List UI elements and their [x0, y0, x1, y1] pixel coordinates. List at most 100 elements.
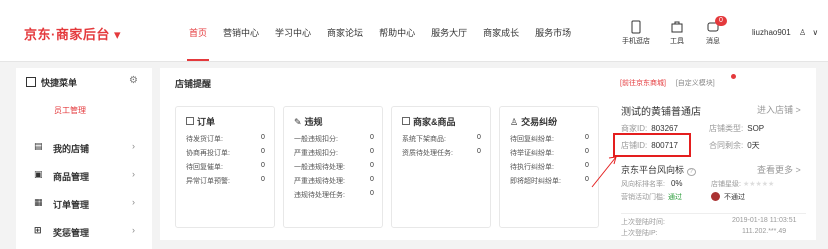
notification-dot [731, 74, 736, 79]
reward-icon: ⊞ [34, 225, 42, 235]
avatar-icon [711, 192, 720, 201]
message-badge: 0 [715, 16, 727, 26]
row-label[interactable]: 异常订单预警: [186, 176, 230, 186]
last-login-ip: 上次登陆IP: [621, 230, 658, 237]
last-login-time-value: 2019-01-18 11:03:51 [732, 217, 797, 224]
rank-rate: 风向标排名率: 0% [621, 179, 683, 188]
row-label[interactable]: 待回复催单: [186, 162, 223, 172]
nav-marketing[interactable]: 营销中心 [215, 26, 267, 62]
activity-threshold: 营销活动门槛: 通过 [621, 194, 682, 201]
nav-market[interactable]: 服务市场 [527, 26, 579, 62]
pen-icon: ✎ [294, 117, 302, 127]
user-menu[interactable]: liuzhao901 ♙ ∨ [752, 28, 818, 37]
grid-icon [26, 77, 36, 87]
row-value: 0 [585, 162, 589, 169]
row-value: 0 [261, 134, 265, 141]
row-value: 0 [261, 162, 265, 169]
nav-growth[interactable]: 商家成长 [475, 26, 527, 62]
panel-title: 店铺提醒 [175, 79, 212, 89]
row-label[interactable]: 违规待处理任务: [294, 190, 345, 200]
row-value: 0 [370, 134, 374, 141]
store-icon: ▤ [34, 141, 43, 151]
people-icon: ♙ [510, 117, 519, 127]
row-value: 0 [261, 148, 265, 155]
row-label[interactable]: 一般违规扣分: [294, 134, 338, 144]
row-label[interactable]: 待举证纠纷单: [510, 148, 554, 158]
store-level: 店铺星级: ★★★★★ [711, 181, 775, 188]
custom-module-link[interactable]: [自定义模块] [676, 80, 715, 87]
row-label[interactable]: 严重违规待处理: [294, 176, 345, 186]
store-type: 店铺类型: SOP [709, 124, 765, 133]
row-value: 0 [370, 162, 374, 169]
chevron-right-icon: › [132, 141, 135, 151]
card-title: ✎ 违规 [294, 117, 323, 127]
row-label[interactable]: 一般违规待处理: [294, 162, 345, 172]
activity-status: 不通过 [711, 192, 745, 202]
gear-icon[interactable]: ⚙ [129, 75, 138, 86]
username: liuzhao901 [752, 28, 791, 37]
highlight-box [613, 133, 691, 157]
card-title: ♙ 交易纠纷 [510, 117, 558, 127]
sidebar-item-my-store[interactable]: ▤ 我的店铺 › [16, 134, 152, 162]
quick-link-staff[interactable]: 员工管理 [54, 105, 86, 116]
sidebar-item-products[interactable]: ▣ 商品管理 › [16, 162, 152, 190]
contract-remaining: 合同剩余: 0天 [709, 141, 760, 150]
card-disputes: ♙ 交易纠纷 待回复纠纷单: 0 待举证纠纷单: 0 待执行纠纷单: 0 即将超时… [499, 106, 599, 228]
nav-home[interactable]: 首页 [181, 26, 215, 62]
nav-learning[interactable]: 学习中心 [267, 26, 319, 62]
card-violations: ✎ 违规 一般违规扣分: 0 严重违规扣分: 0 一般违规待处理: 0 严重违规待… [283, 106, 383, 228]
row-label[interactable]: 资质待处理任务: [402, 148, 453, 158]
last-login-time: 上次登陆时间: [621, 219, 665, 226]
question-icon[interactable]: ? [686, 168, 696, 176]
goto-jd-mall-link[interactable]: [前往京东商城] [620, 80, 666, 87]
row-value: 0 [261, 176, 265, 183]
phone-icon [631, 20, 641, 34]
chevron-right-icon: › [132, 225, 135, 235]
product-icon [402, 117, 410, 125]
chevron-right-icon: › [132, 169, 135, 179]
card-merchant-products: 商家&商品 系统下架商品: 0 资质待处理任务: 0 [391, 106, 491, 228]
row-label[interactable]: 严重违规扣分: [294, 148, 338, 158]
row-value: 0 [585, 176, 589, 183]
row-value: 0 [585, 134, 589, 141]
user-icon: ♙ [798, 28, 807, 37]
tools-menu[interactable]: 工具 [670, 20, 684, 46]
chevron-right-icon: › [132, 197, 135, 207]
view-more-link[interactable]: 查看更多 > [757, 163, 801, 176]
enter-store-link[interactable]: 进入店铺 > [757, 103, 801, 116]
order-icon: ▦ [34, 197, 43, 207]
nav-help[interactable]: 帮助中心 [371, 26, 423, 62]
quick-menu-header: 快捷菜单 [26, 76, 77, 89]
row-label[interactable]: 待发货订单: [186, 134, 223, 144]
sidebar: 快捷菜单 ⚙ 员工管理 ▤ 我的店铺 › ▣ 商品管理 › ▦ 订单管理 › ⊞… [16, 68, 152, 249]
row-label[interactable]: 待回复纠纷单: [510, 134, 554, 144]
row-value: 0 [477, 134, 481, 141]
right-links: [前往京东商城] [自定义模块] [620, 78, 715, 88]
row-label[interactable]: 系统下架商品: [402, 134, 446, 144]
divider [621, 213, 806, 214]
row-value: 0 [370, 190, 374, 197]
star-rating: ★★★★★ [742, 181, 775, 188]
trend-title: 京东平台风向标 ? [621, 163, 696, 176]
row-label[interactable]: 协商再投订单: [186, 148, 230, 158]
row-value: 0 [477, 148, 481, 155]
card-orders: 订单 待发货订单: 0 协商再投订单: 0 待回复催单: 0 异常订单预警: 0 [175, 106, 275, 228]
order-icon [186, 117, 194, 125]
sidebar-item-rewards[interactable]: ⊞ 奖惩管理 › [16, 218, 152, 246]
top-bar: 京东·商家后台 ▾ 首页 营销中心 学习中心 商家论坛 帮助中心 服务大厅 商家… [0, 0, 828, 62]
chevron-down-icon: ∨ [812, 28, 819, 37]
nav-forum[interactable]: 商家论坛 [319, 26, 371, 62]
annotation-arrow [591, 156, 617, 188]
row-value: 0 [585, 148, 589, 155]
store-reminder-panel: 店铺提醒 订单 待发货订单: 0 协商再投订单: 0 待回复催单: 0 异常订单… [160, 68, 816, 240]
row-value: 0 [370, 176, 374, 183]
logo[interactable]: 京东·商家后台 ▾ [24, 24, 121, 43]
row-label[interactable]: 即将超时纠纷单: [510, 176, 561, 186]
last-login-ip-value: 111.202.***.49 [742, 228, 787, 235]
card-title: 商家&商品 [402, 115, 456, 128]
nav-service-hall[interactable]: 服务大厅 [423, 26, 475, 62]
row-label[interactable]: 待执行纠纷单: [510, 162, 554, 172]
sidebar-item-orders[interactable]: ▦ 订单管理 › [16, 190, 152, 218]
mobile-shop-tool[interactable]: 手机逛店 [622, 20, 650, 46]
toolbox-icon [671, 21, 683, 33]
